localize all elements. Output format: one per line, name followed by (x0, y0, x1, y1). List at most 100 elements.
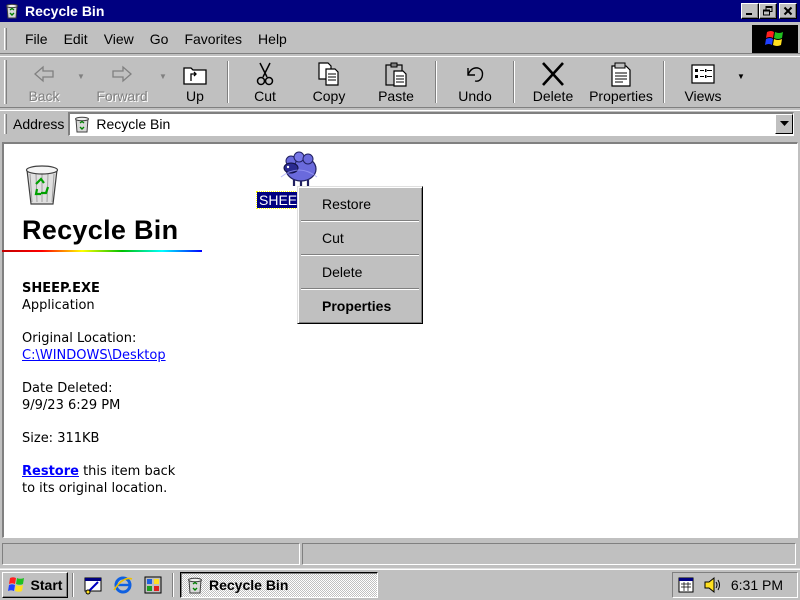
status-bar (0, 542, 800, 566)
address-grip[interactable] (4, 113, 7, 134)
quicklaunch-channels[interactable] (141, 574, 165, 596)
close-icon (783, 6, 793, 16)
file-label[interactable]: SHEE (255, 191, 301, 209)
delete-x-icon (542, 62, 564, 86)
up-button[interactable]: Up (169, 57, 221, 107)
ctx-restore-label: Restore (322, 196, 372, 212)
forward-button[interactable]: Forward (87, 57, 157, 107)
pane-title: Recycle Bin (22, 215, 179, 245)
windows-logo (752, 25, 798, 53)
explorer-window: Recycle Bin File Edit View Go Favorites … (0, 0, 800, 568)
taskbar: Start Recycle Bin 6:31 PM (0, 568, 800, 600)
cut-button[interactable]: Cut (235, 57, 295, 107)
close-button[interactable] (779, 3, 797, 19)
back-arrow-icon (34, 65, 54, 83)
menu-grip[interactable] (4, 27, 7, 50)
back-button[interactable]: Back (13, 57, 75, 107)
web-view-info-pane: Recycle Bin SHEEP.EXE Application Origin… (2, 162, 232, 513)
recycle-bin-icon (6, 3, 18, 19)
date-deleted-value: 9/9/23 6:29 PM (22, 398, 121, 413)
menu-bar: File Edit View Go Favorites Help (0, 24, 800, 54)
toolbar-grip[interactable] (4, 60, 7, 104)
paste-button[interactable]: Paste (363, 57, 429, 107)
taskbar-separator (72, 572, 74, 597)
restore-window-icon (763, 6, 773, 16)
ctx-separator (301, 254, 419, 256)
window-controls (741, 3, 797, 19)
standard-toolbar: Back ▼ Forward ▼ Up Cut Copy Paste Undo (0, 56, 800, 108)
task-button-label: Recycle Bin (209, 576, 289, 593)
title-bar[interactable]: Recycle Bin (0, 0, 800, 22)
toolbar-separator (435, 61, 437, 103)
copy-button[interactable]: Copy (295, 57, 363, 107)
address-value: Recycle Bin (96, 116, 171, 132)
toolbar-separator (663, 61, 665, 103)
ctx-properties[interactable]: Properties (300, 291, 420, 321)
restore-description: this item back (78, 464, 176, 479)
ctx-delete[interactable]: Delete (300, 257, 420, 287)
paste-clipboard-icon (385, 62, 407, 87)
sheep-exe-icon (280, 151, 318, 187)
rainbow-divider (2, 250, 202, 252)
menu-favorites[interactable]: Favorites (176, 31, 250, 47)
volume-speaker-icon[interactable] (702, 575, 724, 595)
system-clock[interactable]: 6:31 PM (731, 577, 783, 593)
back-dropdown[interactable]: ▼ (75, 45, 87, 107)
undo-arrow-icon (467, 67, 484, 82)
window-title: Recycle Bin (25, 3, 105, 19)
address-dropdown-button[interactable] (775, 113, 794, 134)
ctx-cut-label: Cut (322, 230, 344, 246)
context-menu: Restore Cut Delete Properties (297, 186, 423, 324)
restore-description-line2: to its original location. (22, 481, 168, 496)
original-location-label: Original Location: (22, 331, 137, 346)
address-label: Address (13, 115, 65, 132)
original-location-link[interactable]: C:\WINDOWS\Desktop (22, 348, 166, 363)
toolbar-separator (227, 61, 229, 103)
menu-help[interactable]: Help (250, 31, 295, 47)
properties-button[interactable]: Properties (585, 57, 657, 107)
views-label: Views (684, 88, 722, 104)
file-name: SHEEP.EXE (22, 281, 100, 296)
taskbar-separator (172, 572, 174, 597)
menu-file[interactable]: File (17, 31, 56, 47)
folder-content[interactable]: Recycle Bin SHEEP.EXE Application Origin… (2, 142, 798, 538)
forward-dropdown[interactable]: ▼ (157, 45, 169, 107)
properties-label: Properties (589, 88, 653, 104)
folder-up-icon (183, 67, 207, 85)
back-label: Back (28, 88, 60, 104)
file-size: Size: 311KB (22, 431, 100, 446)
show-desktop-icon (84, 577, 102, 594)
quicklaunch-ie[interactable] (111, 574, 135, 596)
delete-button[interactable]: Delete (521, 57, 585, 107)
address-bar: Address Recycle Bin (0, 110, 800, 136)
ctx-cut[interactable]: Cut (300, 223, 420, 253)
scheduler-icon[interactable] (677, 575, 699, 595)
paste-label: Paste (378, 88, 414, 104)
quicklaunch-desktop[interactable] (81, 574, 105, 596)
address-input[interactable]: Recycle Bin (68, 111, 795, 136)
minimize-button[interactable] (741, 3, 759, 19)
recycle-bin-large-icon (25, 165, 59, 205)
date-deleted-label: Date Deleted: (22, 381, 113, 396)
views-button[interactable]: Views (671, 57, 735, 107)
taskbar-recycle-bin-button[interactable]: Recycle Bin (180, 571, 378, 598)
channels-icon (144, 576, 162, 593)
ctx-separator (301, 288, 419, 290)
windows-flag-icon (765, 31, 783, 46)
maximize-button[interactable] (759, 3, 777, 19)
copy-icon (318, 62, 339, 86)
undo-button[interactable]: Undo (443, 57, 507, 107)
ctx-restore[interactable]: Restore (300, 189, 420, 219)
file-details: SHEEP.EXE Application Original Location:… (22, 280, 232, 497)
copy-label: Copy (312, 88, 346, 104)
views-icon (691, 64, 715, 84)
properties-icon (611, 62, 631, 87)
start-button[interactable]: Start (2, 571, 68, 598)
ctx-delete-label: Delete (322, 264, 363, 280)
views-dropdown[interactable]: ▼ (735, 45, 747, 107)
menu-view[interactable]: View (96, 31, 142, 47)
minimize-icon (746, 13, 752, 15)
status-left (2, 543, 300, 565)
windows-flag-icon (7, 576, 24, 592)
restore-link[interactable]: Restore (22, 464, 79, 479)
